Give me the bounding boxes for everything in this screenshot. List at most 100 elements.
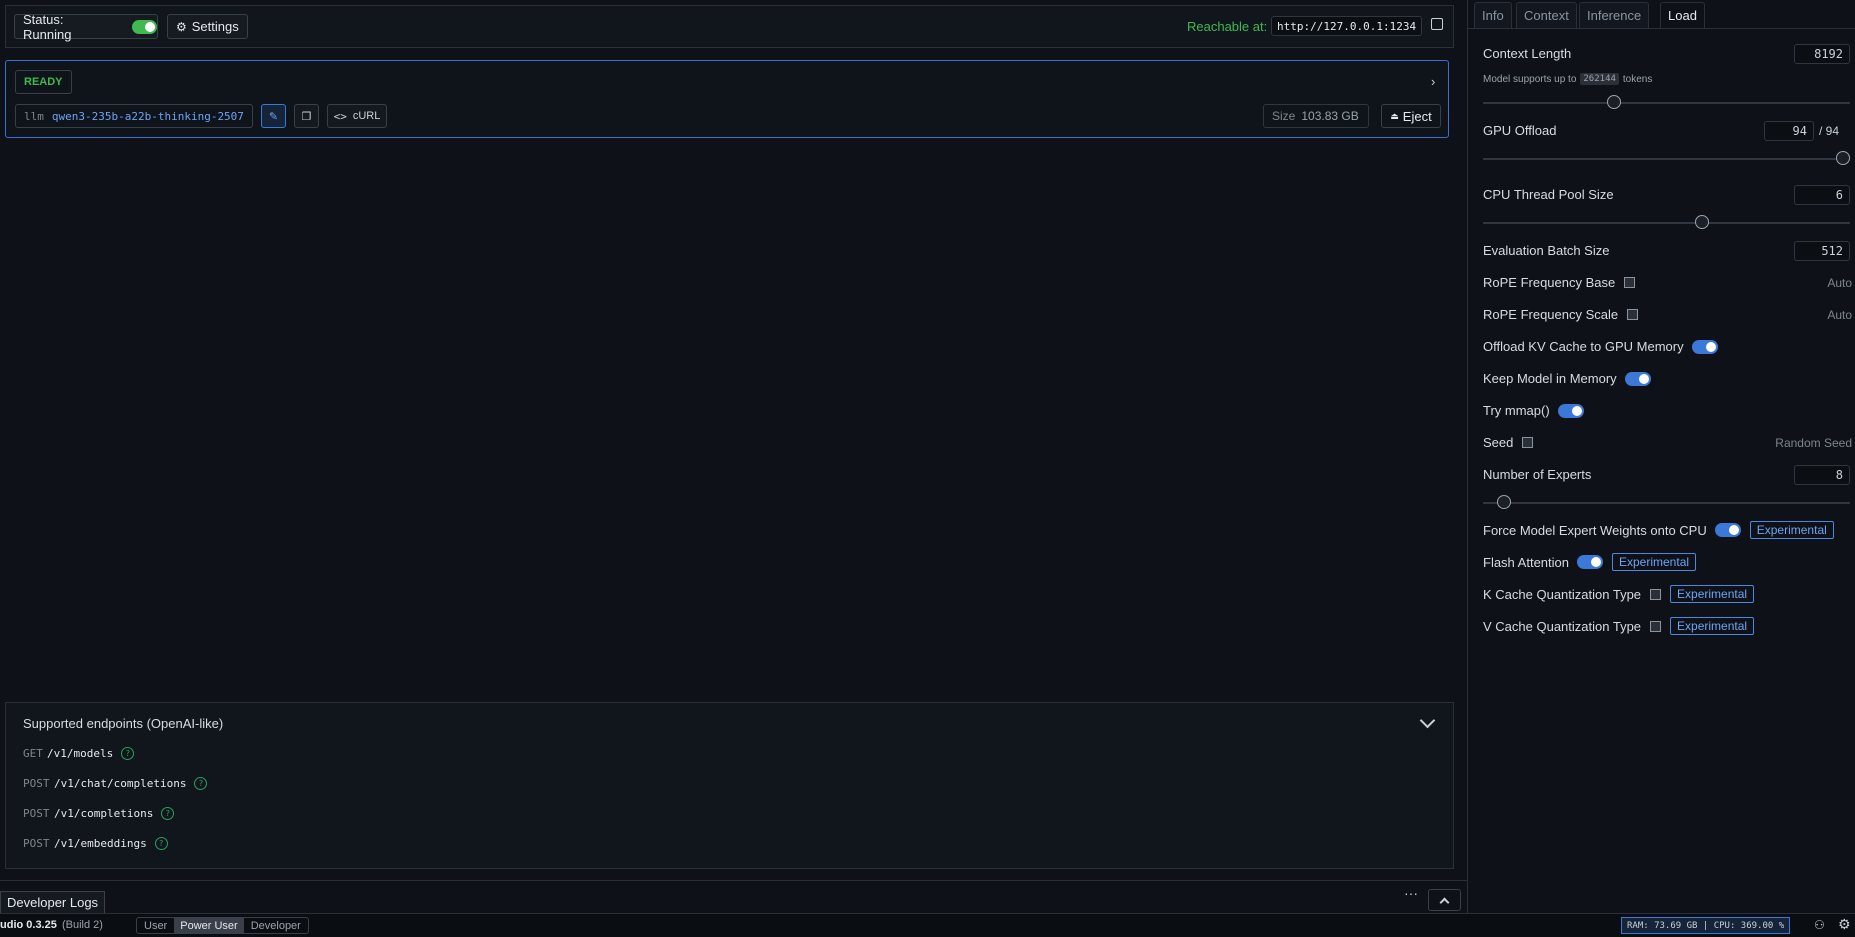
gpu-offload-slider[interactable] (1483, 158, 1850, 160)
server-status-toggle[interactable]: Status: Running (14, 12, 158, 42)
seed-checkbox[interactable] (1522, 437, 1534, 448)
expand-logs-button[interactable] (1428, 889, 1461, 911)
num-experts-input[interactable]: 8 (1794, 465, 1850, 485)
endpoint-row: GET /v1/models ? (23, 747, 135, 760)
keep-memory-label: Keep Model in Memory (1483, 371, 1617, 386)
gpu-offload-label: GPU Offload (1483, 123, 1557, 138)
context-hint-suffix: tokens (1622, 73, 1653, 85)
endpoint-row: POST /v1/embeddings ? (23, 837, 168, 850)
settings-label: Settings (191, 19, 239, 34)
num-experts-slider[interactable] (1483, 502, 1850, 504)
copy-url-icon[interactable] (1431, 18, 1443, 30)
user-icon[interactable]: ⚇ (1814, 918, 1825, 932)
server-running-switch[interactable] (131, 19, 157, 34)
experimental-badge: Experimental (1749, 521, 1834, 539)
rope-base-value: Auto (1827, 276, 1852, 290)
server-url[interactable]: http://127.0.0.1:1234 (1271, 16, 1423, 36)
endpoint-row: POST /v1/completions ? (23, 807, 175, 820)
experimental-badge: Experimental (1670, 585, 1755, 603)
tab-info[interactable]: Info (1474, 2, 1512, 28)
gpu-offload-slider-thumb[interactable] (1836, 151, 1850, 165)
resource-usage[interactable]: RAM: 73.69 GB | CPU: 369.00 % (1621, 917, 1791, 934)
settings-button[interactable]: ⚙ Settings (167, 14, 248, 39)
mode-switcher: User Power User Developer (136, 917, 309, 934)
loaded-model-card: READY › llm qwen3-235b-a22b-thinking-250… (5, 60, 1449, 138)
k-cache-row: K Cache Quantization Type Experimental (1483, 585, 1755, 603)
rope-scale-checkbox[interactable] (1627, 309, 1639, 320)
tab-inference[interactable]: Inference (1579, 2, 1650, 28)
help-icon[interactable]: ? (121, 747, 135, 760)
eject-label: Eject (1402, 108, 1432, 124)
context-length-label: Context Length (1483, 46, 1572, 61)
gear-icon: ⚙ (176, 19, 187, 34)
copy-model-button[interactable]: ❐ (294, 104, 319, 128)
eval-batch-input[interactable]: 512 (1794, 241, 1850, 261)
rope-base-row: RoPE Frequency Base (1483, 275, 1636, 290)
k-cache-checkbox[interactable] (1650, 588, 1662, 600)
rope-base-checkbox[interactable] (1624, 277, 1636, 288)
flash-attention-label: Flash Attention (1483, 554, 1569, 570)
settings-gear-icon[interactable]: ⚙ (1838, 916, 1851, 933)
help-icon[interactable]: ? (194, 777, 208, 790)
mmap-label: Try mmap() (1483, 403, 1550, 418)
num-experts-slider-thumb[interactable] (1497, 495, 1512, 509)
eject-button[interactable]: ⏏ Eject (1381, 104, 1441, 128)
flash-attention-toggle[interactable] (1577, 555, 1603, 569)
chevron-up-icon (1439, 897, 1450, 907)
tab-load[interactable]: Load (1660, 2, 1705, 28)
server-main-pane: Status: Running ⚙ Settings Reachable at:… (0, 0, 1467, 913)
model-settings-panel: Info Context Inference Load Context Leng… (1467, 0, 1855, 913)
help-icon[interactable]: ? (161, 807, 175, 820)
supported-endpoints-panel: Supported endpoints (OpenAI-like) GET /v… (5, 702, 1454, 869)
keep-memory-toggle[interactable] (1624, 371, 1651, 386)
chevron-right-icon[interactable]: › (1431, 74, 1435, 89)
cpu-thread-pool-slider[interactable] (1483, 222, 1850, 224)
copy-icon: ❐ (301, 110, 312, 123)
help-icon[interactable]: ? (154, 837, 168, 850)
endpoint-method: POST (23, 777, 50, 790)
chevron-down-icon[interactable] (1419, 712, 1436, 729)
code-icon: <> (333, 109, 347, 123)
app-build: (Build 2) (62, 919, 103, 931)
keep-memory-row: Keep Model in Memory (1483, 371, 1651, 386)
mmap-toggle[interactable] (1557, 403, 1584, 418)
mmap-row: Try mmap() (1483, 403, 1584, 418)
rope-scale-value: Auto (1827, 308, 1852, 322)
force-expert-label: Force Model Expert Weights onto CPU (1483, 522, 1707, 538)
cpu-thread-pool-slider-thumb[interactable] (1694, 215, 1709, 229)
context-length-slider-thumb[interactable] (1606, 95, 1621, 109)
model-status-badge: READY (15, 70, 72, 94)
seed-value: Random Seed (1775, 436, 1852, 450)
mode-developer[interactable]: Developer (244, 920, 308, 932)
flash-attention-row: Flash Attention Experimental (1483, 553, 1697, 571)
curl-button[interactable]: <> cURL (327, 104, 387, 128)
wrench-icon: ✎ (268, 110, 279, 123)
developer-logs-tab[interactable]: Developer Logs (0, 891, 106, 913)
more-icon[interactable]: ··· (1404, 885, 1418, 901)
endpoint-method: GET (23, 747, 43, 760)
num-experts-label: Number of Experts (1483, 467, 1592, 482)
model-identifier-field[interactable]: llm qwen3-235b-a22b-thinking-2507 (15, 104, 253, 128)
server-top-bar: Status: Running ⚙ Settings Reachable at:… (5, 5, 1454, 48)
endpoint-method: POST (23, 807, 50, 820)
endpoints-title: Supported endpoints (OpenAI-like) (23, 716, 224, 731)
cpu-thread-pool-input[interactable]: 6 (1794, 185, 1850, 205)
tab-context[interactable]: Context (1516, 2, 1577, 28)
seed-label: Seed (1483, 435, 1514, 450)
context-length-slider[interactable] (1483, 102, 1850, 104)
mode-user[interactable]: User (137, 920, 174, 932)
context-hint-prefix: Model supports up to (1483, 73, 1577, 85)
endpoint-method: POST (23, 837, 50, 850)
context-hint: Model supports up to 262144 tokens (1483, 73, 1652, 85)
model-id: qwen3-235b-a22b-thinking-2507 (51, 109, 244, 123)
app-version: udio 0.3.25 (0, 919, 57, 931)
rope-scale-label: RoPE Frequency Scale (1483, 307, 1619, 322)
v-cache-checkbox[interactable] (1650, 620, 1662, 632)
offload-kv-toggle[interactable] (1691, 339, 1718, 354)
wrench-button[interactable]: ✎ (261, 104, 286, 128)
offload-kv-label: Offload KV Cache to GPU Memory (1483, 339, 1684, 354)
mode-power-user[interactable]: Power User (174, 918, 244, 933)
context-length-input[interactable]: 8192 (1794, 44, 1850, 64)
force-expert-toggle[interactable] (1714, 523, 1741, 537)
gpu-offload-input[interactable]: 94 (1764, 121, 1814, 141)
